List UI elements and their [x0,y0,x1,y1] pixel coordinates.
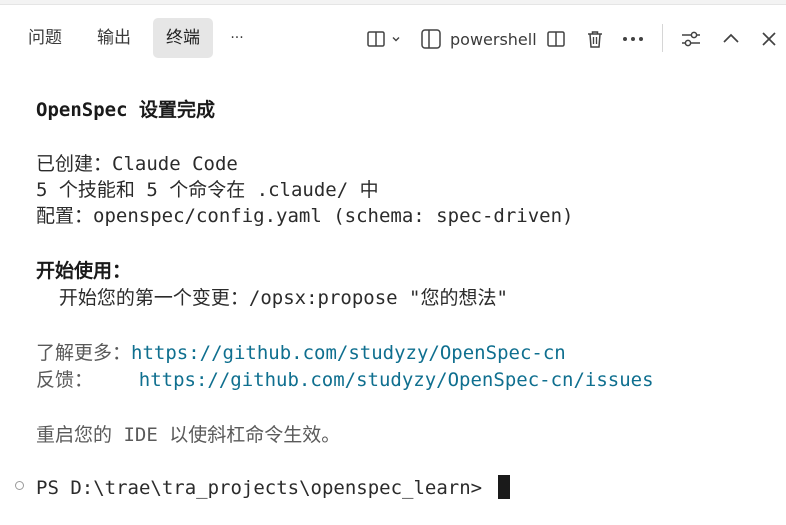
created-value: Claude Code [112,153,238,175]
feedback-label: 反馈： [36,369,139,391]
chevron-down-icon [391,34,401,44]
maximize-panel-button[interactable] [718,25,744,53]
more-actions-button[interactable] [618,25,648,53]
chevron-up-icon [721,29,741,49]
prompt-text: PS D:\trae\tra_projects\openspec_learn> [36,477,494,499]
config-line: 配置：openspec/config.yaml (schema: spec-dr… [36,203,573,229]
feedback-link[interactable]: https://github.com/studyzy/OpenSpec-cn/i… [139,369,654,391]
heading-rest: 设置完成 [127,99,215,121]
split-terminal-icon [546,29,566,49]
close-icon [760,30,778,48]
panel-settings-button[interactable] [678,25,704,53]
split-layout-dropdown[interactable] [360,25,406,53]
sliders-icon [680,29,702,49]
tab-terminal[interactable]: 终端 [153,18,213,58]
config-label: 配置： [36,205,94,227]
config-value: openspec/config.yaml (schema: spec-drive… [93,205,574,227]
kill-terminal-button[interactable] [582,25,608,53]
restart-note: 重启您的 IDE 以使斜杠命令生效。 [36,424,341,446]
tab-more[interactable]: ··· [222,18,252,58]
feedback-line: 反馈： https://github.com/studyzy/OpenSpec-… [36,367,654,393]
toolbar-separator [662,24,663,52]
learn-label: 了解更多： [36,342,132,364]
terminal-output[interactable]: OpenSpec 设置完成 已创建：Claude Code 5 个技能和 5 个… [0,71,786,525]
close-panel-button[interactable] [756,25,782,53]
prompt-line[interactable]: PS D:\trae\tra_projects\openspec_learn> [36,475,510,501]
created-line: 已创建：Claude Code [36,151,238,177]
split-terminal-button[interactable] [543,25,569,53]
terminal-name: powershell [450,29,537,49]
panel-tab-bar: 问题 输出 终端 ··· powershell [0,5,786,71]
terminal-selector[interactable]: powershell [420,25,537,53]
tab-output[interactable]: 输出 [87,18,141,58]
start-heading: 开始使用： [36,260,132,282]
ellipsis-icon [622,36,644,42]
start-command: /opsx:propose "您的想法" [248,287,508,309]
start-text: 开始您的第一个变更： [36,287,249,309]
trash-icon [585,29,605,49]
heading-product: OpenSpec [36,99,128,121]
created-label: 已创建： [36,153,113,175]
setup-heading: OpenSpec 设置完成 [36,97,215,123]
start-line: 开始您的第一个变更：/opsx:propose "您的想法" [36,285,508,311]
learn-more-line: 了解更多：https://github.com/studyzy/OpenSpec… [36,340,566,366]
command-decoration-icon[interactable] [15,481,24,490]
learn-link[interactable]: https://github.com/studyzy/OpenSpec-cn [131,342,566,364]
text-cursor [497,475,510,499]
tab-problems[interactable]: 问题 [18,18,72,58]
terminal-panel-icon [420,28,442,50]
counts-line: 5 个技能和 5 个命令在 .claude/ 中 [36,179,379,201]
split-layout-icon [366,29,386,49]
